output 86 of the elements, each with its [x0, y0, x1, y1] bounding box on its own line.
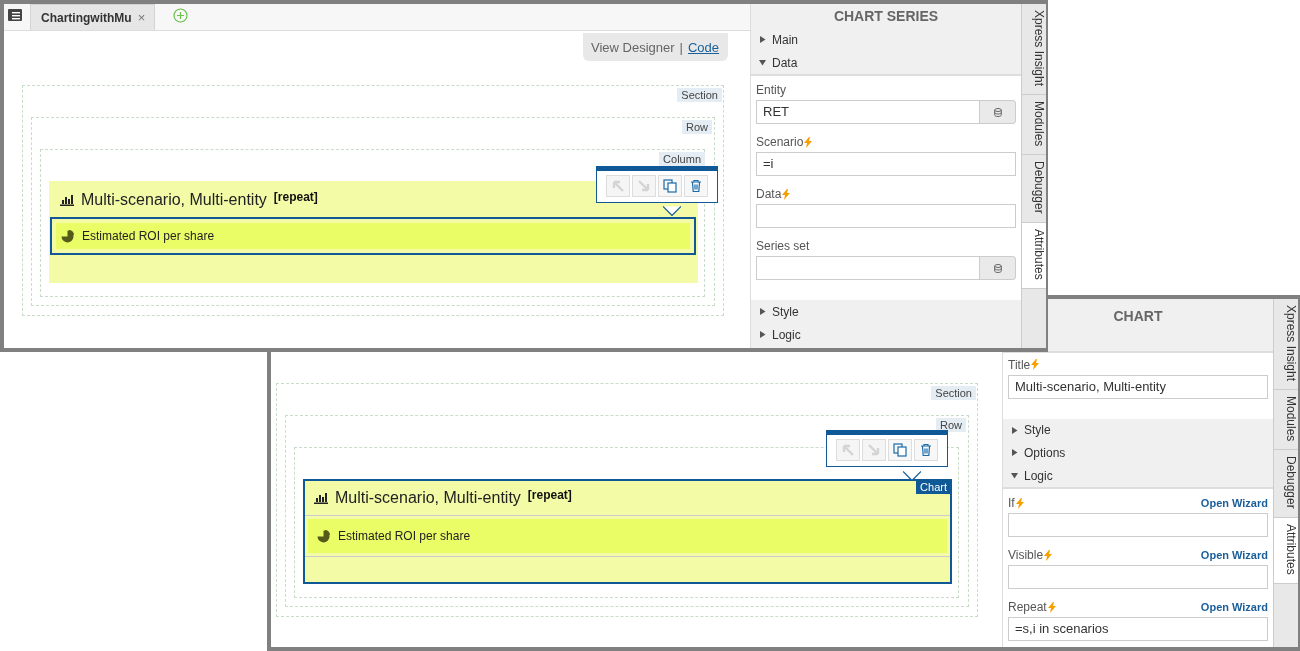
- open-wizard-link[interactable]: Open Wizard: [1200, 549, 1268, 561]
- side-tab[interactable]: Xpress Insight: [1274, 299, 1298, 391]
- section-label: Section: [677, 88, 722, 102]
- input-field[interactable]: [1008, 565, 1268, 589]
- caret-icon: [759, 331, 766, 338]
- property-group[interactable]: Style: [1003, 418, 1273, 442]
- caret-icon: [1011, 426, 1018, 434]
- bar-chart-icon: [60, 194, 74, 206]
- panel-title: CHART SERIES: [751, 4, 1021, 28]
- document-tab[interactable]: ChartingwithMu ×: [30, 4, 156, 30]
- property-group[interactable]: Data: [751, 51, 1021, 74]
- caret-icon: [1011, 472, 1018, 480]
- input-field[interactable]: [1008, 513, 1268, 537]
- chart-series-item[interactable]: Estimated ROI per share: [50, 217, 696, 255]
- chart-title: Multi-scenario, Multi-entity: [335, 489, 521, 507]
- copy-icon: [893, 443, 907, 457]
- property-group[interactable]: Logic: [1003, 464, 1273, 487]
- copy-button[interactable]: [658, 175, 682, 197]
- field-label: Entity: [756, 83, 786, 97]
- column-label: Column: [659, 152, 705, 166]
- chart-widget[interactable]: Multi-scenario, Multi-entity [repeat] Estimated ROI per share: [49, 181, 698, 283]
- close-tab-button[interactable]: ×: [137, 10, 146, 25]
- chart-widget[interactable]: Chart Multi-scenario, Multi-entity [repeat] Estimated ROI per share: [303, 479, 952, 584]
- row-label: Row: [682, 120, 712, 134]
- input-field[interactable]: [756, 204, 1016, 228]
- side-tab[interactable]: Attributes: [1022, 223, 1046, 289]
- pie-chart-icon: [317, 529, 330, 543]
- field-label: Repeat: [1008, 600, 1047, 614]
- toolbar-pointer: [663, 206, 681, 216]
- chart-title: Multi-scenario, Multi-entity: [81, 191, 267, 209]
- property-group[interactable]: Style: [751, 300, 1021, 323]
- series-label: Estimated ROI per share: [338, 529, 471, 543]
- input-field[interactable]: =i: [756, 152, 1016, 176]
- caret-icon: [759, 36, 766, 43]
- input-field[interactable]: Multi-scenario, Multi-entity: [1008, 374, 1268, 399]
- open-wizard-link[interactable]: Open Wizard: [1200, 601, 1268, 613]
- arrow-up-left-icon: [611, 179, 625, 193]
- data-picker-button[interactable]: [980, 256, 1016, 280]
- side-tab[interactable]: Attributes: [1274, 518, 1298, 584]
- input-field[interactable]: RET: [756, 100, 980, 124]
- database-icon: [993, 263, 1002, 273]
- side-tab[interactable]: Modules: [1274, 390, 1298, 451]
- bar-chart-icon: [314, 492, 328, 504]
- repeat-tag: [repeat]: [527, 488, 572, 502]
- series-label: Estimated ROI per share: [82, 229, 215, 243]
- trash-icon: [689, 179, 703, 193]
- repeat-tag: [repeat]: [273, 190, 318, 204]
- side-tab[interactable]: Xpress Insight: [1022, 4, 1046, 96]
- view-designer-label: View Designer: [591, 39, 675, 55]
- field-label: Series set: [756, 239, 810, 253]
- field-label: Data: [756, 187, 782, 201]
- separator-text: |: [679, 39, 683, 55]
- arrow-down-right-icon: [637, 179, 651, 193]
- caret-icon: [759, 308, 766, 315]
- delete-button[interactable]: [914, 439, 938, 461]
- section-label: Section: [931, 386, 976, 400]
- property-group[interactable]: Main: [751, 28, 1021, 51]
- trash-icon: [919, 443, 933, 457]
- copy-icon: [663, 179, 677, 193]
- property-group[interactable]: Logic: [751, 323, 1021, 346]
- arrow-down-right-icon: [867, 443, 881, 457]
- field-label: Title: [1008, 357, 1031, 372]
- data-picker-button[interactable]: [980, 100, 1016, 124]
- caret-icon: [759, 59, 766, 66]
- input-field[interactable]: [756, 256, 980, 280]
- row-label: Row: [936, 418, 966, 432]
- database-icon: [993, 107, 1002, 117]
- field-label: Scenario: [756, 135, 804, 149]
- pie-chart-icon: [61, 229, 74, 243]
- menu-icon[interactable]: [8, 9, 22, 21]
- input-field[interactable]: =s,i in scenarios: [1008, 617, 1268, 641]
- open-wizard-link[interactable]: Open Wizard: [1200, 497, 1268, 509]
- copy-button[interactable]: [888, 439, 912, 461]
- delete-button[interactable]: [684, 175, 708, 197]
- caret-icon: [1011, 449, 1018, 457]
- toolbar-pointer: [903, 471, 921, 481]
- chart-badge: Chart: [916, 480, 951, 494]
- code-link[interactable]: Code: [688, 39, 720, 55]
- chart-series-item[interactable]: Estimated ROI per share: [305, 516, 950, 556]
- side-tab[interactable]: Modules: [1022, 95, 1046, 156]
- property-group[interactable]: Options: [1003, 441, 1273, 465]
- add-tab-icon[interactable]: [173, 8, 189, 23]
- field-label: Visible: [1008, 548, 1044, 562]
- document-tab-label: ChartingwithMu: [41, 10, 132, 25]
- arrow-up-left-icon: [841, 443, 855, 457]
- field-label: If: [1008, 496, 1015, 510]
